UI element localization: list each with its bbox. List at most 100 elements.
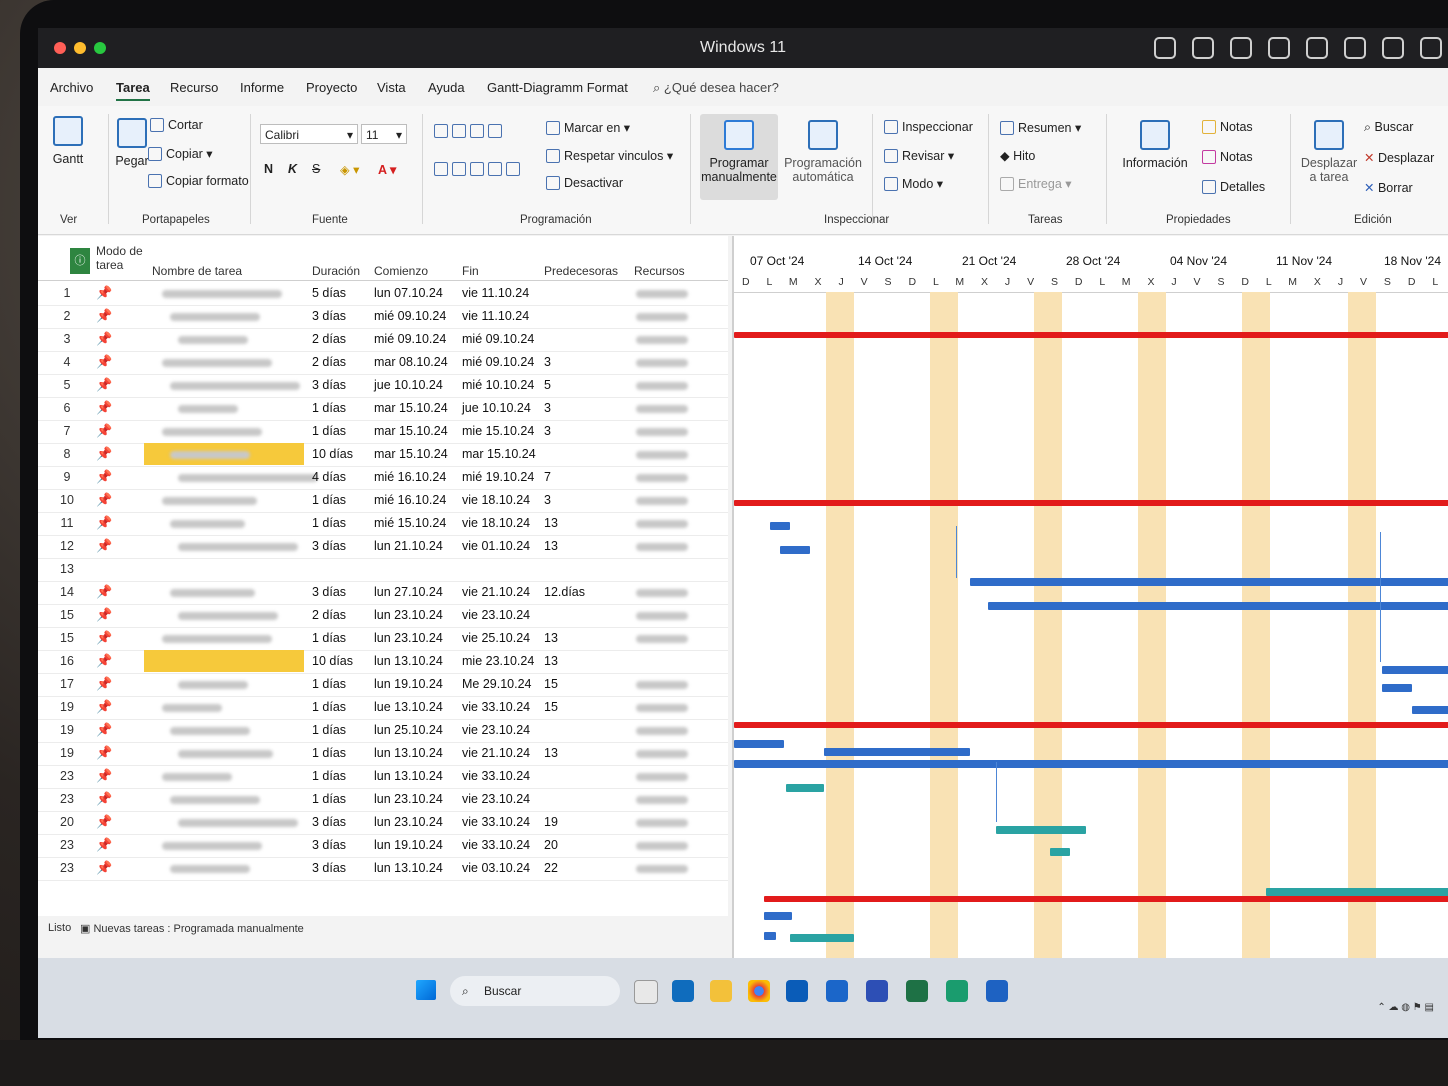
task-name-redacted[interactable] bbox=[178, 612, 278, 620]
new-tasks-mode[interactable]: ▣ Nuevas tareas : Programada manualmente bbox=[80, 922, 304, 935]
shield-icon[interactable] bbox=[1382, 37, 1404, 59]
duration-cell[interactable]: 2 días bbox=[312, 608, 346, 622]
clear-button[interactable]: ✕ Borrar bbox=[1364, 180, 1413, 195]
start-cell[interactable]: jue 10.10.24 bbox=[374, 378, 443, 392]
resource-redacted[interactable] bbox=[636, 842, 688, 850]
windows-start-icon[interactable] bbox=[416, 980, 436, 1000]
file-explorer-icon[interactable] bbox=[634, 980, 658, 1004]
task-name-redacted[interactable] bbox=[170, 382, 300, 390]
resource-redacted[interactable] bbox=[636, 819, 688, 827]
end-cell[interactable]: vie 11.10.24 bbox=[462, 286, 529, 300]
task-name-redacted[interactable] bbox=[170, 520, 245, 528]
table-row[interactable]: 📌 2 3 días mié 09.10.24 vie 11.10.24 bbox=[38, 305, 728, 329]
summary-bar[interactable] bbox=[734, 722, 1448, 728]
end-cell[interactable]: vie 33.10.24 bbox=[462, 769, 530, 783]
manually-schedule-button[interactable]: Programar manualmente bbox=[700, 120, 778, 184]
resource-redacted[interactable] bbox=[636, 589, 688, 597]
task-name-redacted[interactable] bbox=[162, 428, 262, 436]
start-cell[interactable]: lun 25.10.24 bbox=[374, 723, 443, 737]
task-name-redacted[interactable] bbox=[162, 290, 282, 298]
highlight-color-button[interactable]: ◈ ▾ bbox=[340, 162, 359, 177]
task-bar[interactable] bbox=[996, 826, 1086, 834]
predecessor-cell[interactable]: 13 bbox=[544, 631, 558, 645]
task-name-redacted[interactable] bbox=[162, 497, 257, 505]
start-cell[interactable]: mié 15.10.24 bbox=[374, 516, 446, 530]
row-number[interactable]: 13 bbox=[56, 562, 78, 576]
end-cell[interactable]: vie 01.10.24 bbox=[462, 539, 530, 553]
row-number[interactable]: 15 bbox=[56, 608, 78, 622]
end-cell[interactable]: vie 25.10.24 bbox=[462, 631, 530, 645]
notes-button[interactable]: Notas bbox=[1202, 120, 1253, 134]
start-cell[interactable]: mar 08.10.24 bbox=[374, 355, 448, 369]
resource-redacted[interactable] bbox=[636, 336, 688, 344]
duration-cell[interactable]: 1 días bbox=[312, 677, 346, 691]
task-name-redacted[interactable] bbox=[178, 336, 248, 344]
resource-redacted[interactable] bbox=[636, 865, 688, 873]
chrome-icon[interactable] bbox=[748, 980, 770, 1002]
end-cell[interactable]: jue 10.10.24 bbox=[462, 401, 531, 415]
end-cell[interactable]: vie 18.10.24 bbox=[462, 493, 530, 507]
row-number[interactable]: 23 bbox=[56, 792, 78, 806]
tab-ayuda[interactable]: Ayuda bbox=[428, 80, 465, 95]
row-number[interactable]: 17 bbox=[56, 677, 78, 691]
task-name-redacted[interactable] bbox=[178, 405, 238, 413]
row-number[interactable]: 20 bbox=[56, 815, 78, 829]
task-bar[interactable] bbox=[1412, 706, 1448, 714]
app-icon[interactable] bbox=[986, 980, 1008, 1002]
row-number[interactable]: 1 bbox=[56, 286, 78, 300]
resource-redacted[interactable] bbox=[636, 543, 688, 551]
end-cell[interactable]: vie 23.10.24 bbox=[462, 608, 530, 622]
tab-archivo[interactable]: Archivo bbox=[50, 80, 93, 95]
predecessor-cell[interactable]: 13 bbox=[544, 746, 558, 760]
replace-button[interactable]: ✕ Desplazar bbox=[1364, 150, 1434, 165]
predecessor-cell[interactable]: 13 bbox=[544, 516, 558, 530]
start-cell[interactable]: lun 19.10.24 bbox=[374, 838, 443, 852]
table-row[interactable]: 📌 19 1 días lue 13.10.24 vie 33.10.24 15 bbox=[38, 696, 728, 720]
start-cell[interactable]: lun 13.10.24 bbox=[374, 769, 443, 783]
strikethrough-button[interactable]: S bbox=[312, 162, 320, 176]
start-cell[interactable]: lun 23.10.24 bbox=[374, 815, 443, 829]
table-row[interactable]: 📌 23 3 días lun 19.10.24 vie 33.10.24 20 bbox=[38, 834, 728, 858]
table-row[interactable]: 📌 20 3 días lun 23.10.24 vie 33.10.24 19 bbox=[38, 811, 728, 835]
excel-icon[interactable] bbox=[906, 980, 928, 1002]
table-row[interactable]: 📌 3 2 días mié 09.10.24 mié 09.10.24 bbox=[38, 328, 728, 352]
row-number[interactable]: 19 bbox=[56, 723, 78, 737]
inspect-button[interactable]: Inspeccionar bbox=[884, 120, 973, 134]
table-row[interactable]: 13 bbox=[38, 558, 728, 582]
task-name-redacted[interactable] bbox=[162, 704, 222, 712]
predecessor-cell[interactable]: 15 bbox=[544, 700, 558, 714]
end-cell[interactable]: vie 33.10.24 bbox=[462, 838, 530, 852]
task-bar[interactable] bbox=[988, 602, 1448, 610]
project-icon[interactable] bbox=[866, 980, 888, 1002]
row-number[interactable]: 5 bbox=[56, 378, 78, 392]
duration-cell[interactable]: 1 días bbox=[312, 792, 346, 806]
mode-button[interactable]: Modo ▾ bbox=[884, 176, 943, 191]
italic-button[interactable]: K bbox=[288, 162, 297, 176]
font-name-select[interactable]: Calibri ▾ bbox=[260, 124, 358, 144]
camera-icon[interactable] bbox=[1344, 37, 1366, 59]
task-name-redacted[interactable] bbox=[178, 750, 273, 758]
resource-redacted[interactable] bbox=[636, 451, 688, 459]
row-number[interactable]: 3 bbox=[56, 332, 78, 346]
resource-redacted[interactable] bbox=[636, 474, 688, 482]
resource-redacted[interactable] bbox=[636, 796, 688, 804]
task-bar[interactable] bbox=[734, 740, 784, 748]
gantt-view-button[interactable]: Gantt bbox=[52, 116, 84, 166]
table-row[interactable]: 📌 11 1 días mié 15.10.24 vie 18.10.24 13 bbox=[38, 512, 728, 536]
find-button[interactable]: ⌕ Buscar bbox=[1364, 120, 1413, 135]
tab-recurso[interactable]: Recurso bbox=[170, 80, 218, 95]
predecessor-cell[interactable]: 19 bbox=[544, 815, 558, 829]
end-cell[interactable]: vie 18.10.24 bbox=[462, 516, 530, 530]
end-cell[interactable]: mie 23.10.24 bbox=[462, 654, 534, 668]
summary-bar[interactable] bbox=[734, 500, 1448, 506]
summary-bar[interactable] bbox=[764, 896, 1448, 902]
copy-button[interactable]: Copiar ▾ bbox=[148, 146, 213, 161]
duration-cell[interactable]: 3 días bbox=[312, 815, 346, 829]
predecessor-cell[interactable]: 3 bbox=[544, 493, 551, 507]
start-cell[interactable]: mar 15.10.24 bbox=[374, 424, 448, 438]
end-cell[interactable]: vie 21.10.24 bbox=[462, 585, 530, 599]
duration-cell[interactable]: 1 días bbox=[312, 746, 346, 760]
duration-cell[interactable]: 1 días bbox=[312, 401, 346, 415]
resource-redacted[interactable] bbox=[636, 405, 688, 413]
table-row[interactable]: 📌 1 5 días lun 07.10.24 vie 11.10.24 bbox=[38, 282, 728, 306]
